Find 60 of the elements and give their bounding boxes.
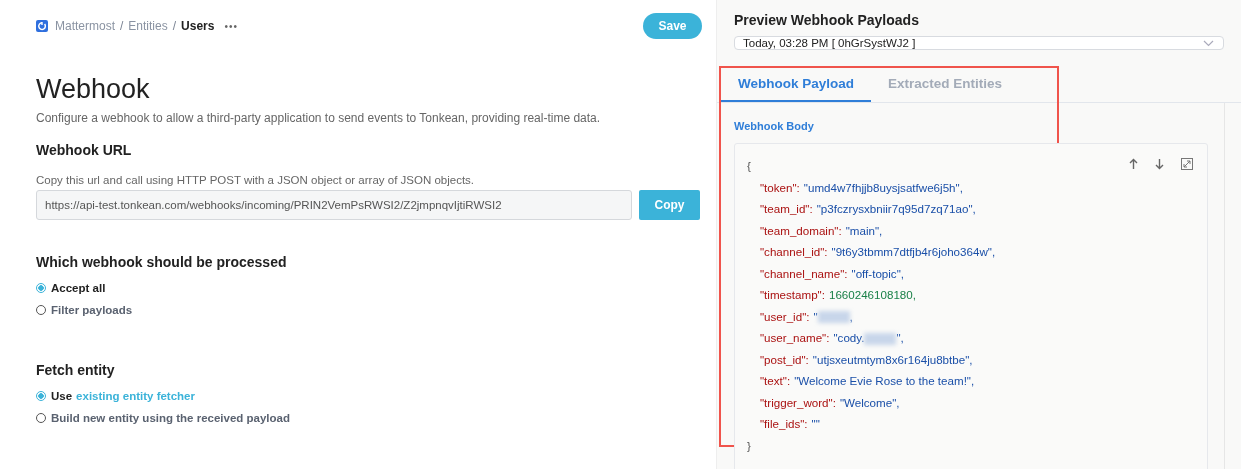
section-heading: Fetch entity bbox=[36, 362, 116, 378]
json-value: "main", bbox=[845, 223, 883, 237]
option-label: Build new entity using the received payload bbox=[51, 412, 290, 424]
tab[interactable]: Extracted Entities bbox=[871, 66, 1020, 102]
tab[interactable]: Webhook Payload bbox=[721, 66, 872, 102]
url-field[interactable]: https://api-test.tonkean.com/webhooks/incoming/PRIN2VemPsRWSI2/Z2jmpnqvIjtiRWSI2 bbox=[36, 190, 632, 220]
chevron-down-icon bbox=[1203, 39, 1214, 47]
json-key: "trigger_word": bbox=[760, 395, 836, 409]
option-label: Accept all bbox=[51, 282, 106, 294]
json-value: " bbox=[813, 309, 818, 323]
json-value: 1660246108180, bbox=[828, 288, 916, 301]
breadcrumb-separator: / bbox=[120, 19, 124, 33]
json-value: "off-topic", bbox=[851, 266, 904, 280]
page-title: Webhook bbox=[36, 73, 151, 105]
code-brace: { bbox=[747, 158, 751, 174]
json-key: "token": bbox=[760, 180, 800, 194]
json-value-end: , bbox=[849, 309, 853, 323]
json-key: "channel_id": bbox=[760, 245, 828, 258]
breadcrumb-separator: / bbox=[172, 19, 177, 33]
save-button[interactable]: Save bbox=[643, 13, 702, 39]
json-key: "user_name": bbox=[760, 331, 830, 344]
fetcher-link[interactable]: existing entity fetcher bbox=[76, 390, 195, 402]
json-key: "user_id": bbox=[760, 309, 810, 323]
json-key: "text": bbox=[760, 374, 791, 387]
panel-title: Preview Webhook Payloads bbox=[734, 12, 920, 28]
expand-icon[interactable] bbox=[1181, 158, 1193, 170]
json-key: "team_id": bbox=[760, 202, 813, 215]
json-key: "channel_name": bbox=[760, 266, 848, 280]
json-value: "" bbox=[811, 417, 820, 430]
json-value: "utjsxeutmtym8x6r164ju8btbe", bbox=[812, 352, 973, 366]
copy-button[interactable]: Copy bbox=[639, 190, 700, 220]
json-key: "file_ids": bbox=[760, 417, 808, 430]
json-key: "timestamp": bbox=[760, 288, 825, 301]
breadcrumb-link[interactable]: Users bbox=[181, 19, 215, 33]
url-hint: Copy this url and call using HTTP POST with a JSON object or array of JSON objects. bbox=[36, 174, 476, 186]
option-label: Filter payloads bbox=[51, 304, 133, 316]
json-value: "Welcome", bbox=[839, 395, 900, 409]
arrow-down-icon[interactable] bbox=[1155, 158, 1164, 170]
option-label: Use bbox=[51, 390, 73, 402]
json-value: "umd4w7fhjjb8uysjsatfwe6j5h", bbox=[803, 180, 963, 194]
app-logo-icon bbox=[36, 20, 48, 32]
breadcrumb-link[interactable]: Entities bbox=[128, 19, 168, 33]
json-key: "post_id": bbox=[760, 352, 809, 366]
json-value: "p3fczrysxbniir7q95d7zq71ao", bbox=[816, 202, 976, 215]
breadcrumb-link[interactable]: Mattermost bbox=[55, 19, 115, 33]
arrow-up-icon[interactable] bbox=[1129, 158, 1138, 170]
json-value: "9t6y3tbmm7dtfjb4r6joho364w", bbox=[831, 245, 996, 258]
section-heading: Webhook URL bbox=[36, 142, 133, 158]
code-brace: } bbox=[747, 437, 751, 454]
radio-button[interactable] bbox=[36, 391, 46, 401]
json-key: "team_domain": bbox=[760, 223, 842, 237]
json-value: "cody. bbox=[833, 331, 865, 344]
json-value: "Welcome Evie Rose to the team!", bbox=[794, 374, 975, 387]
page-description: Configure a webhook to allow a third-party application to send events to Tonkean, providing real-time data. bbox=[36, 111, 602, 125]
more-button[interactable]: ••• bbox=[224, 20, 238, 32]
json-value-end: ", bbox=[896, 331, 904, 344]
section-heading: Which webhook should be processed bbox=[36, 254, 288, 270]
payload-dropdown[interactable]: Today, 03:28 PM [ 0hGrSystWJ2 ] bbox=[734, 36, 1224, 50]
body-label: Webhook Body bbox=[734, 120, 815, 132]
radio-button[interactable] bbox=[36, 283, 46, 293]
